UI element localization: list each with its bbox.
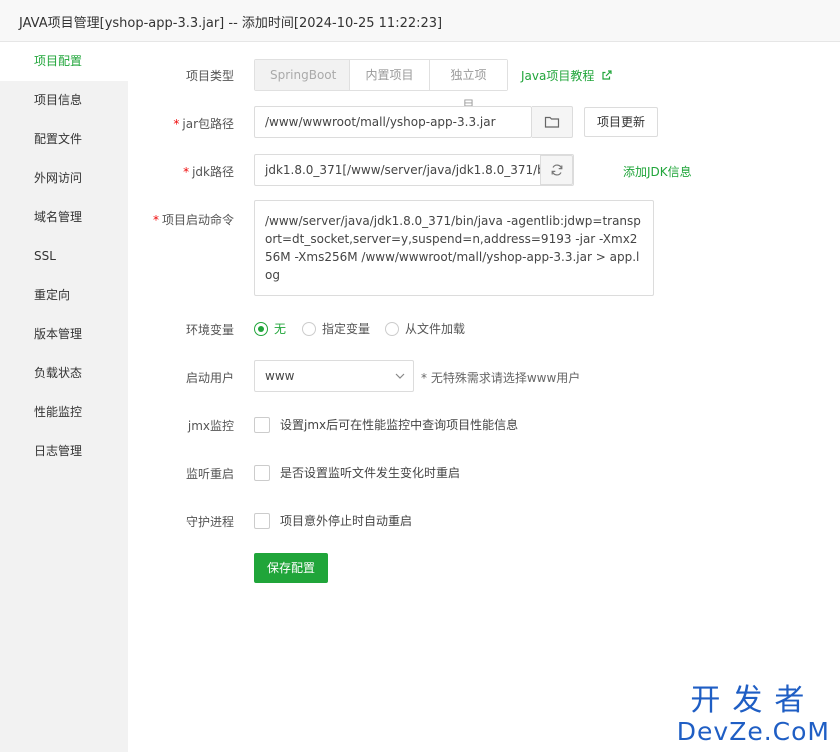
checkbox-box xyxy=(254,416,270,433)
watermark-cn: 开发者 xyxy=(690,683,817,718)
window-titlebar: JAVA项目管理[yshop-app-3.3.jar] -- 添加时间[2024… xyxy=(0,0,840,42)
java-tutorial-link-text: Java项目教程 xyxy=(521,69,595,83)
jdk-path-select[interactable]: jdk1.8.0_371[/www/server/java/jdk1.8.0_3… xyxy=(254,154,574,186)
radio-dot xyxy=(302,321,316,336)
sidebar: 项目配置 项目信息 配置文件 外网访问 域名管理 SSL 重定向 版本管理 负载… xyxy=(0,42,128,752)
project-update-button[interactable]: 项目更新 xyxy=(584,107,658,137)
project-type-segmented: SpringBoot 内置项目 独立项目 xyxy=(254,59,508,112)
radio-dot xyxy=(254,321,268,336)
refresh-icon xyxy=(551,164,562,176)
start-command-label: * 项目启动命令 xyxy=(152,213,234,227)
start-command-textarea[interactable]: /www/server/java/jdk1.8.0_371/bin/java -… xyxy=(254,200,654,296)
sidebar-item-project-config[interactable]: 项目配置 xyxy=(0,42,128,81)
daemon-checkbox[interactable]: 项目意外停止时自动重启 xyxy=(254,512,412,529)
env-radio-from-file[interactable]: 从文件加载 xyxy=(385,320,465,337)
sidebar-item-external-access[interactable]: 外网访问 xyxy=(0,159,128,198)
jar-path-label: * jar包路径 xyxy=(173,117,234,131)
project-type-label: 项目类型 xyxy=(185,69,234,83)
browse-folder-button[interactable] xyxy=(532,106,573,138)
sidebar-item-logs[interactable]: 日志管理 xyxy=(0,432,128,471)
window-title: JAVA项目管理[yshop-app-3.3.jar] -- 添加时间[2024… xyxy=(19,16,443,31)
start-user-hint: * 无特殊需求请选择www用户 xyxy=(421,371,581,385)
sidebar-item-project-info[interactable]: 项目信息 xyxy=(0,81,128,120)
env-radio-specify[interactable]: 指定变量 xyxy=(302,320,370,337)
java-tutorial-link[interactable]: Java项目教程 xyxy=(521,67,613,84)
save-config-button[interactable]: 保存配置 xyxy=(254,553,328,583)
add-jdk-link[interactable]: 添加JDK信息 xyxy=(623,163,692,180)
env-radio-none[interactable]: 无 xyxy=(254,320,286,337)
jmx-label: jmx监控 xyxy=(187,419,234,433)
project-type-standalone[interactable]: 独立项目 xyxy=(429,60,507,112)
env-label: 环境变量 xyxy=(185,323,234,337)
start-user-label: 启动用户 xyxy=(185,371,234,385)
watch-restart-checkbox[interactable]: 是否设置监听文件发生变化时重启 xyxy=(254,464,460,481)
external-link-icon xyxy=(602,70,612,80)
radio-dot xyxy=(385,321,399,336)
chevron-down-icon xyxy=(395,373,405,379)
sidebar-item-domain[interactable]: 域名管理 xyxy=(0,198,128,237)
refresh-jdk-button[interactable] xyxy=(540,155,573,185)
watermark-en: DevZe.CoM xyxy=(676,717,830,746)
sidebar-item-perf-monitor[interactable]: 性能监控 xyxy=(0,393,128,432)
sidebar-item-version[interactable]: 版本管理 xyxy=(0,315,128,354)
jmx-checkbox[interactable]: 设置jmx后可在性能监控中查询项目性能信息 xyxy=(254,416,518,433)
folder-icon xyxy=(544,116,560,128)
project-type-builtin[interactable]: 内置项目 xyxy=(349,60,429,90)
sidebar-item-ssl[interactable]: SSL xyxy=(0,237,128,276)
jar-path-input[interactable]: /www/wwwroot/mall/yshop-app-3.3.jar xyxy=(254,106,532,138)
checkbox-box xyxy=(254,464,270,481)
start-user-select[interactable]: www xyxy=(254,360,414,392)
daemon-label: 守护进程 xyxy=(185,515,234,529)
sidebar-item-load-status[interactable]: 负载状态 xyxy=(0,354,128,393)
config-form: 项目类型 SpringBoot 内置项目 独立项目 Java项目教程 * jar包… xyxy=(128,42,840,752)
start-user-value: www xyxy=(265,369,295,383)
checkbox-box xyxy=(254,512,270,529)
project-type-springboot[interactable]: SpringBoot xyxy=(255,60,349,90)
jdk-path-label: * jdk路径 xyxy=(183,165,234,179)
sidebar-item-redirect[interactable]: 重定向 xyxy=(0,276,128,315)
sidebar-item-config-file[interactable]: 配置文件 xyxy=(0,120,128,159)
watermark: 开发者 DevZe.CoM xyxy=(677,684,830,746)
watch-restart-label: 监听重启 xyxy=(185,467,234,481)
